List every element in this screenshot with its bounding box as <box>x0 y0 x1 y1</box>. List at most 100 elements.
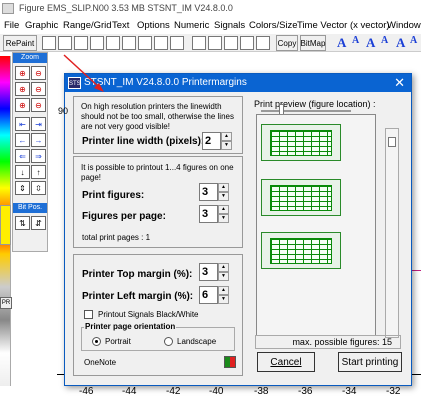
zoom-out-icon[interactable]: ⊖ <box>31 66 46 80</box>
spin-up-icon[interactable]: ▲ <box>218 183 229 192</box>
font-a-large-icon[interactable]: A <box>366 35 375 51</box>
bit-step-icon[interactable]: ⇵ <box>31 216 46 230</box>
expand-icon[interactable]: ⇕ <box>15 181 30 195</box>
menu-time-vector[interactable]: Time Vector (x vector) <box>297 20 390 31</box>
collapse-icon[interactable]: ⇳ <box>31 181 46 195</box>
move-left-icon[interactable]: ⇤ <box>15 117 30 131</box>
cancel-button[interactable]: Cancel <box>257 352 315 372</box>
scroll-thumb[interactable] <box>388 137 396 147</box>
scroll-left-icon[interactable]: ← <box>15 133 30 147</box>
bit-up-down-icon[interactable]: ⇅ <box>15 216 30 230</box>
zoom-window-icon[interactable]: ⊕ <box>15 98 30 112</box>
spin-up-icon[interactable]: ▲ <box>218 205 229 214</box>
chart-icon[interactable] <box>170 36 184 50</box>
menu-colors-size[interactable]: Colors/Size <box>249 20 298 31</box>
marker-block <box>0 205 11 245</box>
preview-figure-2 <box>261 179 341 216</box>
step-right-icon[interactable]: ⇒ <box>31 149 46 163</box>
landscape-radio[interactable] <box>164 337 173 346</box>
line-width-stepper[interactable]: 2 ▲ ▼ <box>202 132 232 150</box>
preview-label: Print preview (figure location) : <box>254 99 376 109</box>
bit-up-icon[interactable]: ↑ <box>31 165 46 179</box>
spin-down-icon[interactable]: ▼ <box>221 141 232 150</box>
menu-text[interactable]: Text <box>112 20 129 31</box>
menu-signals[interactable]: Signals <box>214 20 245 31</box>
printer-name: OneNote <box>84 358 117 367</box>
left-margin-field[interactable]: 6 <box>199 286 218 304</box>
spin-down-icon[interactable]: ▼ <box>218 272 229 281</box>
zoom-in-icon[interactable]: ⊕ <box>15 66 30 80</box>
font-a-extra-icon[interactable]: A <box>410 35 417 46</box>
font-a-bold-icon[interactable]: A <box>396 35 405 51</box>
font-a-medium-icon[interactable]: A <box>381 35 388 46</box>
bw-label: Printout Signals Black/White <box>98 310 199 319</box>
figures-per-page-field[interactable]: 3 <box>199 205 218 223</box>
portrait-label: Portrait <box>105 337 131 346</box>
line-width-field[interactable]: 2 <box>202 132 221 150</box>
top-margin-field[interactable]: 3 <box>199 263 218 281</box>
app-icon <box>2 3 14 14</box>
x-tick: -42 <box>166 386 181 397</box>
zoom-y-icon[interactable]: ⊖ <box>31 82 46 96</box>
step-left-icon[interactable]: ⇐ <box>15 149 30 163</box>
start-printing-button[interactable]: Start printing <box>338 352 402 372</box>
menu-numeric[interactable]: Numeric <box>174 20 209 31</box>
image-icon[interactable] <box>106 36 120 50</box>
spin-up-icon[interactable]: ▲ <box>218 286 229 295</box>
calculator-icon[interactable] <box>192 36 206 50</box>
script-icon[interactable] <box>208 36 222 50</box>
save-icon[interactable] <box>154 36 168 50</box>
top-margin-label: Printer Top margin (%): <box>82 269 193 280</box>
menu-file[interactable]: File <box>4 20 19 31</box>
scroll-right-icon[interactable]: → <box>31 133 46 147</box>
preview-icon[interactable] <box>90 36 104 50</box>
print-icon[interactable] <box>42 36 56 50</box>
copy-button[interactable]: Copy <box>276 35 298 51</box>
left-margin-stepper[interactable]: 6 ▲ ▼ <box>199 286 229 304</box>
clipboard-icon[interactable] <box>256 36 270 50</box>
spin-down-icon[interactable]: ▼ <box>218 214 229 223</box>
menu-options[interactable]: Options <box>137 20 170 31</box>
portrait-radio[interactable] <box>92 337 101 346</box>
print-figures-stepper[interactable]: 3 ▲ ▼ <box>199 183 229 201</box>
repaint-button[interactable]: RePaint <box>3 35 37 51</box>
spin-down-icon[interactable]: ▼ <box>218 192 229 201</box>
figures-per-page-stepper[interactable]: 3 ▲ ▼ <box>199 205 229 223</box>
close-icon[interactable]: ✕ <box>394 75 405 91</box>
bw-checkbox[interactable] <box>84 310 93 319</box>
table-icon[interactable] <box>122 36 136 50</box>
menu-graphic[interactable]: Graphic <box>25 20 58 31</box>
x-tick: -38 <box>254 386 269 397</box>
margins-group: Printer Top margin (%): 3 ▲ ▼ Printer Le… <box>73 254 243 376</box>
font-a-small-icon[interactable]: A <box>352 35 359 46</box>
top-margin-stepper[interactable]: 3 ▲ ▼ <box>199 263 229 281</box>
print-preview <box>256 114 376 336</box>
print-figures-field[interactable]: 3 <box>199 183 218 201</box>
copy-page-icon[interactable] <box>58 36 72 50</box>
check-icon[interactable] <box>240 36 254 50</box>
dialog-title: STSNT_IM V24.8.0.0 Printermargins <box>84 77 247 88</box>
zoom-x-icon[interactable]: ⊕ <box>15 82 30 96</box>
spin-up-icon[interactable]: ▲ <box>218 263 229 272</box>
preview-scrollbar[interactable] <box>385 128 399 338</box>
zoom-label: Zoom <box>13 53 47 63</box>
printer-setup-icon[interactable] <box>74 36 88 50</box>
bit-down-icon[interactable]: ↓ <box>15 165 30 179</box>
x-tick: -34 <box>342 386 357 397</box>
window-title: Figure EMS_SLIP.N00 3.53 MB STSNT_IM V24… <box>19 3 233 13</box>
grid-icon[interactable] <box>138 36 152 50</box>
cursor-icon[interactable] <box>224 36 238 50</box>
bitmap-button[interactable]: BitMap <box>300 35 326 51</box>
zoom-full-icon[interactable]: ⊖ <box>31 98 46 112</box>
y-tick: 90 <box>58 106 69 116</box>
font-a-icon[interactable]: A <box>337 35 346 51</box>
menu-window[interactable]: Window <box>387 20 421 31</box>
preview-slider-track[interactable] <box>261 110 351 112</box>
spin-down-icon[interactable]: ▼ <box>218 295 229 304</box>
zoom-panel: Zoom ⊕ ⊖ ⊕ ⊖ ⊕ ⊖ ⇤ ⇥ ← → ⇐ ⇒ ↓ ↑ ⇕ ⇳ Bit… <box>12 52 48 252</box>
menu-range-grid[interactable]: Range/Grid <box>63 20 112 31</box>
spin-up-icon[interactable]: ▲ <box>221 132 232 141</box>
pr-button[interactable]: PR <box>0 297 12 309</box>
linewidth-note: On high resolution printers the linewidt… <box>81 102 234 131</box>
move-right-icon[interactable]: ⇥ <box>31 117 46 131</box>
